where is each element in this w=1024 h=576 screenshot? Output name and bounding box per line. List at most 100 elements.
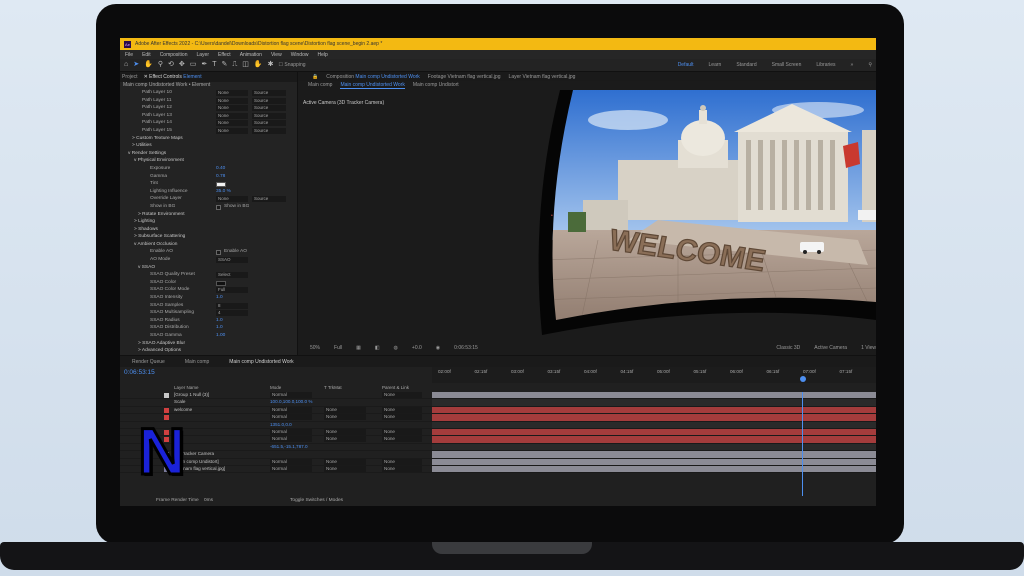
effect-control-label[interactable]: Enable AO: [150, 249, 173, 255]
snapshot-icon[interactable]: ◉: [436, 345, 440, 351]
effect-control-value[interactable]: 35.0 %: [216, 189, 231, 195]
layer-mode-dropdown[interactable]: Normal: [270, 406, 312, 413]
menu-effect[interactable]: Effect: [218, 52, 231, 58]
effect-control-label[interactable]: Path Layer 12: [142, 105, 172, 111]
effect-control-label[interactable]: > Subsurface Scattering: [134, 234, 185, 240]
effect-control-dropdown[interactable]: None: [216, 97, 248, 104]
layer-duration-bar[interactable]: [432, 451, 876, 459]
puppet-tool-icon[interactable]: ✱: [268, 61, 274, 69]
lock-icon[interactable]: 🔒: [312, 74, 318, 80]
brush-tool-icon[interactable]: ✎: [222, 61, 228, 69]
effect-control-label[interactable]: > Shadows: [134, 227, 158, 233]
col-parent[interactable]: Parent & Link: [382, 385, 409, 390]
toggle-switches-modes[interactable]: Toggle Switches / Modes: [290, 498, 343, 504]
menu-layer[interactable]: Layer: [196, 52, 209, 58]
home-icon[interactable]: ⌂: [124, 61, 128, 69]
layer-duration-bar[interactable]: [432, 443, 876, 452]
workspace-small-screen[interactable]: Small Screen: [772, 62, 802, 68]
effect-control-label[interactable]: v Physical Environment: [134, 158, 184, 164]
effect-control-label[interactable]: Path Layer 15: [142, 128, 172, 134]
breadcrumb-undistorted-work[interactable]: Main comp Undistorted Work: [340, 82, 405, 89]
stamp-tool-icon[interactable]: ⎍: [232, 61, 237, 69]
effect-control-label[interactable]: AO Mode: [150, 257, 170, 263]
effect-control-label[interactable]: SSAO Multisampling: [150, 310, 194, 316]
view-layout-dropdown[interactable]: 1 View: [861, 345, 876, 351]
col-mode[interactable]: Mode: [270, 385, 281, 390]
layer-duration-bar[interactable]: [432, 399, 876, 407]
effect-control-value[interactable]: 1.00: [216, 333, 225, 339]
effect-control-value[interactable]: 0.78: [216, 174, 225, 180]
layer-trkmat-dropdown[interactable]: None: [324, 458, 366, 465]
effect-control-dropdown[interactable]: None: [216, 90, 248, 96]
layer-parent-dropdown[interactable]: None: [382, 428, 422, 435]
effect-control-label[interactable]: SSAO Distribution: [150, 325, 189, 331]
col-trkmat[interactable]: T TrkMat: [324, 385, 342, 390]
tab-render-queue[interactable]: Render Queue: [132, 359, 165, 365]
effect-control-value[interactable]: 1.0: [216, 318, 223, 324]
rectangle-tool-icon[interactable]: ▭: [190, 61, 197, 69]
layer-trkmat-dropdown[interactable]: None: [324, 406, 366, 413]
effect-control-dropdown[interactable]: Full: [216, 287, 248, 294]
breadcrumb-main-comp[interactable]: Main comp: [308, 82, 332, 88]
effect-control-source-dropdown[interactable]: Source: [252, 112, 286, 119]
tab-project[interactable]: Project: [122, 74, 138, 80]
layer-property-value[interactable]: 100.0,100.0,100.0 %: [270, 399, 312, 405]
text-tool-icon[interactable]: T: [212, 61, 216, 69]
effect-control-dropdown[interactable]: None: [216, 120, 248, 127]
playhead[interactable]: [800, 376, 806, 382]
effect-control-label[interactable]: SSAO Gamma: [150, 333, 182, 339]
layer-duration-bar[interactable]: [432, 406, 876, 415]
effect-control-dropdown[interactable]: SSAO: [216, 257, 248, 264]
snapping-checkbox[interactable]: ☐ Snapping: [279, 62, 306, 68]
layer-mode-dropdown[interactable]: Normal: [270, 436, 312, 443]
zoom-dropdown[interactable]: 50%: [310, 345, 320, 351]
timeline-timecode[interactable]: 0:06:53:15: [124, 369, 155, 377]
effect-control-label[interactable]: Path Layer 13: [142, 113, 172, 119]
effect-control-source-dropdown[interactable]: Source: [252, 90, 286, 96]
menu-help[interactable]: Help: [317, 52, 327, 58]
layer-parent-dropdown[interactable]: None: [382, 458, 422, 465]
layer-duration-bar[interactable]: [432, 428, 876, 437]
layer-duration-bar[interactable]: [432, 421, 876, 429]
effect-control-label[interactable]: Lighting Influence: [150, 189, 188, 195]
channel-icon[interactable]: ◍: [394, 345, 398, 351]
effect-control-dropdown[interactable]: 8: [216, 302, 248, 309]
effect-control-label[interactable]: Override Layer: [150, 196, 182, 202]
effect-control-source-dropdown[interactable]: Source: [252, 105, 286, 112]
effect-control-label[interactable]: v Ambient Occlusion: [134, 242, 177, 248]
effect-control-dropdown[interactable]: 4: [216, 310, 248, 317]
layer-parent-dropdown[interactable]: None: [382, 465, 422, 472]
pan-camera-icon[interactable]: ✥: [179, 61, 185, 69]
tab-effect-controls[interactable]: ✕ Effect Controls Element: [144, 74, 202, 80]
menu-file[interactable]: File: [125, 52, 133, 58]
layer-trkmat-dropdown[interactable]: None: [324, 436, 366, 443]
effect-control-value[interactable]: 0.40: [216, 166, 225, 172]
exposure-value[interactable]: +0.0: [412, 345, 422, 351]
effect-control-label[interactable]: > Lighting: [134, 219, 155, 225]
layer-row[interactable]: [Group 1 Null (3)] Normal None: [120, 392, 432, 400]
effect-control-label[interactable]: SSAO Intensity: [150, 295, 183, 301]
layer-duration-bar[interactable]: [432, 465, 876, 474]
effect-control-label[interactable]: SSAO Radius: [150, 318, 180, 324]
layer-duration-bar[interactable]: [432, 436, 876, 444]
composition-viewer[interactable]: WELCOME •: [298, 90, 876, 335]
orbit-camera-icon[interactable]: ⟲: [168, 61, 174, 69]
workspace-standard[interactable]: Standard: [736, 62, 756, 68]
layer-property-value[interactable]: -651.5,-15.1,787.0: [270, 444, 308, 450]
workspace-default[interactable]: Default: [678, 62, 694, 68]
effect-control-value[interactable]: 1.0: [216, 325, 223, 331]
effect-control-label[interactable]: SSAO Quality Preset: [150, 272, 195, 278]
menu-composition[interactable]: Composition: [160, 52, 188, 58]
layer-row[interactable]: Scale 100.0,100.0,100.0 %: [120, 399, 432, 407]
effect-control-label[interactable]: > Advanced Options: [138, 348, 181, 354]
effect-control-label[interactable]: Tint: [150, 181, 158, 187]
camera-view-dropdown[interactable]: Active Camera: [814, 345, 847, 351]
layer-mode-dropdown[interactable]: Normal: [270, 414, 312, 421]
workspace-learn[interactable]: Learn: [709, 62, 722, 68]
effect-control-label[interactable]: Gamma: [150, 174, 167, 180]
selection-tool-icon[interactable]: ➤: [133, 61, 139, 69]
workspace-overflow-icon[interactable]: »: [851, 62, 854, 68]
layer-name[interactable]: Scale: [174, 399, 186, 405]
renderer-dropdown[interactable]: Classic 3D: [776, 345, 800, 351]
hand-tool-icon[interactable]: ✋: [144, 61, 153, 69]
